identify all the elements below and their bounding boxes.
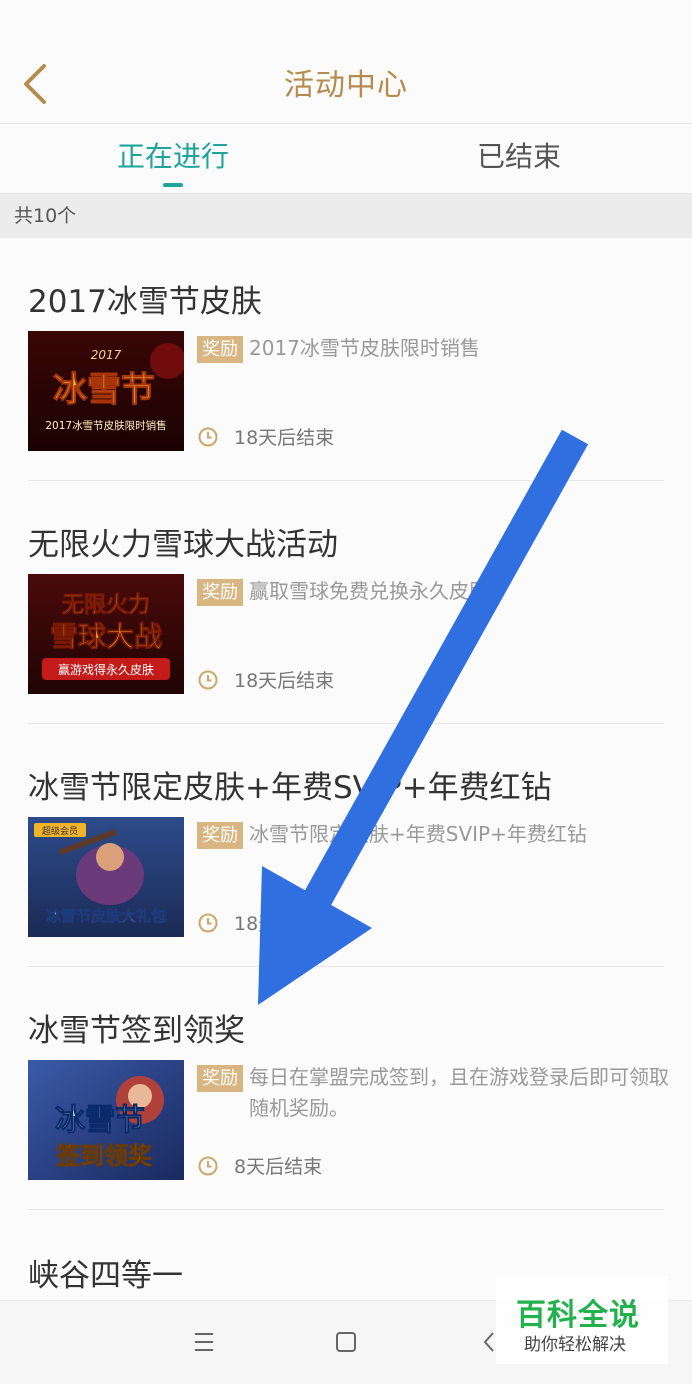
time-remaining: 18天后结束: [234, 913, 335, 935]
back-chevron-icon[interactable]: [20, 62, 56, 106]
tab-ended[interactable]: 已结束: [346, 124, 692, 193]
clock-icon: [198, 427, 218, 446]
activity-description: 赢取雪球免费兑换永久皮肤: [249, 579, 489, 603]
menu-icon[interactable]: [194, 1331, 214, 1353]
activity-time: 18天后结束: [198, 423, 334, 450]
activity-description: 冰雪节限定皮肤+年费SVIP+年费红钻: [249, 822, 587, 846]
activity-time: 8天后结束: [198, 1152, 322, 1179]
clock-icon: [198, 1156, 218, 1175]
status-bar: [0, 0, 692, 40]
thumb-text-main: 雪球大战: [50, 620, 162, 653]
activity-description: 2017冰雪节皮肤限时销售: [249, 336, 480, 360]
activity-title-partial[interactable]: 峡谷四等一: [28, 1250, 183, 1295]
thumb-text-year: 2017: [91, 348, 122, 362]
back-icon[interactable]: [482, 1331, 496, 1353]
activity-thumbnail: 无限火力 雪球大战 赢游戏得永久皮肤: [28, 574, 184, 694]
activity-item[interactable]: 冰雪节限定皮肤+年费SVIP+年费红钻 超级会员 冰雪节皮肤大礼包 奖励 冰雪节…: [28, 724, 664, 967]
activity-title: 无限火力雪球大战活动: [28, 527, 338, 563]
clock-icon: [198, 913, 218, 932]
home-icon[interactable]: [335, 1331, 357, 1353]
activity-title: 2017冰雪节皮肤: [28, 284, 262, 320]
thumb-text-main: 冰雪节皮肤大礼包: [46, 907, 166, 925]
page-title: 活动中心: [284, 67, 408, 103]
watermark-main-text: 百科全说: [516, 1298, 640, 1333]
time-remaining: 18天后结束: [234, 670, 335, 692]
tab-label: 正在进行: [116, 140, 229, 173]
activity-thumbnail: 2017 冰雪节 2017冰雪节皮肤限时销售: [28, 331, 184, 451]
thumb-text-sub: 签到领奖: [55, 1142, 153, 1170]
watermark-sub-text: 助你轻松解决: [524, 1335, 626, 1355]
thumb-text-main: 冰雪节: [55, 1103, 145, 1138]
reward-badge: 奖励: [197, 579, 243, 606]
thumb-text-top: 无限火力: [62, 593, 150, 618]
activity-item[interactable]: 无限火力雪球大战活动 无限火力 雪球大战 赢游戏得永久皮肤 奖励 赢取雪球免费兑…: [28, 481, 664, 724]
activity-item[interactable]: 2017冰雪节皮肤 2017 冰雪节 2017冰雪节皮肤限时销售 奖励 2017…: [28, 238, 664, 481]
activity-thumbnail: 超级会员 冰雪节皮肤大礼包: [28, 817, 184, 937]
tab-ongoing[interactable]: 正在进行: [0, 124, 346, 193]
activity-title: 冰雪节签到领奖: [28, 1013, 245, 1049]
thumb-text-sub: 赢游戏得永久皮肤: [58, 662, 154, 677]
activity-count: 共10个: [0, 194, 692, 238]
time-remaining: 8天后结束: [234, 1156, 323, 1178]
activity-thumbnail: 冰雪节 签到领奖: [28, 1060, 184, 1180]
active-tab-indicator: [163, 183, 183, 187]
reward-badge: 奖励: [197, 822, 243, 849]
activity-list: 2017冰雪节皮肤 2017 冰雪节 2017冰雪节皮肤限时销售 奖励 2017…: [0, 238, 692, 1210]
activity-time: 18天后结束: [198, 909, 334, 936]
thumb-text-sub: 2017冰雪节皮肤限时销售: [45, 419, 166, 432]
activity-title: 冰雪节限定皮肤+年费SVIP+年费红钻: [28, 770, 552, 806]
app-header: 活动中心: [0, 40, 692, 124]
activity-time: 18天后结束: [198, 666, 334, 693]
activity-description: 每日在掌盟完成签到，且在游戏登录后即可领取随机奖励。: [249, 1065, 669, 1120]
time-remaining: 18天后结束: [234, 427, 335, 449]
reward-badge: 奖励: [197, 1065, 243, 1092]
clock-icon: [198, 670, 218, 689]
reward-badge: 奖励: [197, 336, 243, 363]
activity-item[interactable]: 冰雪节签到领奖 冰雪节 签到领奖 奖励 每日在掌盟完成签到，且在游戏登录后即可领…: [28, 967, 669, 1210]
tab-bar: 正在进行 已结束: [0, 124, 692, 194]
thumb-text-top: 超级会员: [42, 825, 78, 837]
watermark-logo: 百科全说 助你轻松解决: [496, 1276, 668, 1364]
thumb-text-main: 冰雪节: [53, 370, 155, 410]
tab-label: 已结束: [476, 140, 561, 173]
